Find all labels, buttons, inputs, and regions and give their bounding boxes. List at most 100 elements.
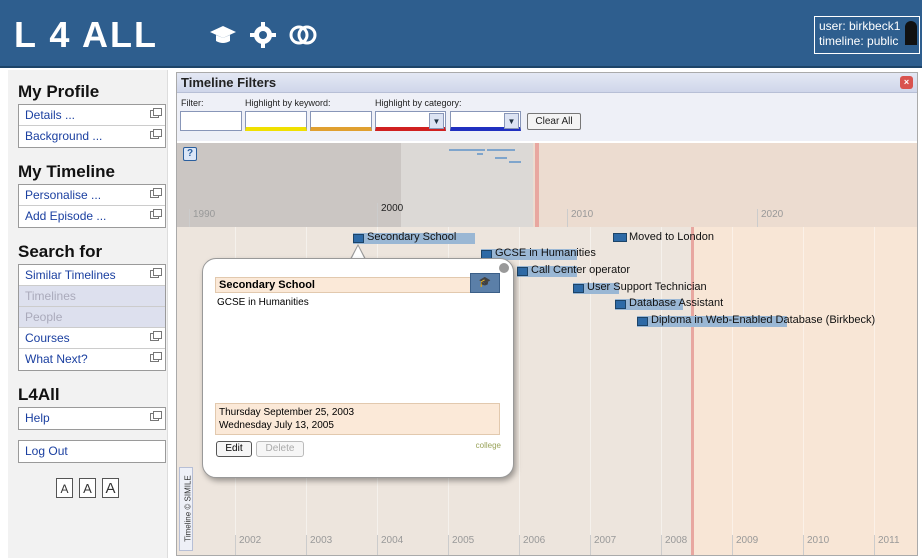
keyword-input-2[interactable] [310,111,372,131]
filters-header: Timeline Filters × [177,73,917,93]
sidebar-item-details[interactable]: Details ... [19,105,165,126]
sidebar-item-label: Help [25,411,50,425]
timeline-future-shade [691,227,917,555]
work-icon [517,267,528,276]
l4all-menu: Help [18,407,166,430]
year-tick: 2009 [732,535,758,555]
gridline [732,227,733,555]
clear-all-button[interactable]: Clear All [527,113,581,130]
logout-button[interactable]: Log Out [19,441,165,462]
filter-label: Filter: [181,98,204,108]
font-large-icon[interactable]: A [102,478,119,498]
logout-label: Log Out [25,444,68,458]
header-icons [208,20,318,50]
section-title-search: Search for [18,242,103,261]
year-tick: 2010 [803,535,829,555]
chevron-down-icon: ▼ [429,113,444,129]
simile-credit: Timeline © SIMILE [179,467,193,551]
sidebar-item-label: Add Episode ... [25,209,107,223]
work-icon [615,300,626,309]
filters-body: Filter: Highlight by keyword: Highlight … [177,93,917,141]
popup-description: GCSE in Humanities [217,297,309,308]
event-label-gcse[interactable]: GCSE in Humanities [495,247,596,259]
college-icon [353,234,364,243]
overview-event-mark [495,157,507,159]
search-menu: Similar Timelines Timelines People Cours… [18,264,166,371]
sidebar-item-label: Personalise ... [25,188,102,202]
sidebar-item-personalise[interactable]: Personalise ... [19,185,165,206]
popup-window-icon [150,129,162,139]
profile-menu: Details ... Background ... [18,104,166,148]
timeline-menu: Personalise ... Add Episode ... [18,184,166,228]
popup-category: college [475,441,501,450]
gridline [661,227,662,555]
overview-band[interactable]: ? 1990 2000 2010 2020 [177,143,917,227]
category-select-1[interactable]: ▼ [375,111,446,131]
popup-window-icon [150,108,162,118]
overview-tick: 2010 [567,209,593,227]
event-popup: Secondary School 🎓 GCSE in Humanities Th… [202,258,514,478]
popup-dates: Thursday September 25, 2003 Wednesday Ju… [215,403,500,435]
popup-window-icon [150,352,162,362]
sidebar-item-label: Similar Timelines [25,268,116,282]
app-logo: L 4 ALL [14,14,159,55]
popup-start-date: Thursday September 25, 2003 [219,407,355,418]
close-icon[interactable] [499,263,509,273]
year-tick: 2003 [306,535,332,555]
graduation-cap-icon[interactable] [208,20,238,50]
app-header: L 4 ALL user: birkbeck1 timeline: public [0,0,922,68]
sidebar-item-what-next[interactable]: What Next? [19,349,165,370]
sidebar-item-courses[interactable]: Courses [19,328,165,349]
overview-event-mark [509,161,521,163]
home-icon [613,233,627,242]
overview-tick: 1990 [189,209,215,227]
sidebar-item-label: Details ... [25,108,76,122]
sidebar-item-timelines: Timelines [19,286,165,307]
edit-button[interactable]: Edit [216,441,252,457]
filter-input[interactable] [180,111,242,131]
sidebar-item-people: People [19,307,165,328]
overview-event-mark [487,149,515,151]
close-icon[interactable]: × [900,76,913,89]
sidebar-item-label: Timelines [25,289,76,303]
category-select-2[interactable]: ▼ [450,111,521,131]
gridline [874,227,875,555]
year-tick: 2008 [661,535,687,555]
event-label-secondary-school[interactable]: Secondary School [367,231,456,243]
sidebar-item-similar-timelines[interactable]: Similar Timelines [19,265,165,286]
sidebar-item-label: Background ... [25,129,103,143]
overview-tick: 2000 [377,203,403,227]
graduation-cap-icon [637,317,648,326]
delete-button: Delete [256,441,304,457]
event-label-database-assistant[interactable]: Database Assistant [629,297,723,309]
event-label-user-support[interactable]: User Support Technician [587,281,707,293]
popup-window-icon [150,411,162,421]
year-tick: 2006 [519,535,545,555]
sidebar-item-help[interactable]: Help [19,408,165,429]
sidebar-item-background[interactable]: Background ... [19,126,165,147]
event-label-diploma[interactable]: Diploma in Web-Enabled Database (Birkbec… [651,314,875,326]
popup-window-icon [150,188,162,198]
gridline [803,227,804,555]
event-label-call-center[interactable]: Call Center operator [531,264,630,276]
logout-menu: Log Out [18,440,166,463]
popup-window-icon [150,209,162,219]
avatar [905,21,917,45]
help-question-icon[interactable]: ? [183,147,197,161]
popup-end-date: Wednesday July 13, 2005 [219,420,334,431]
event-label-moved-to-london[interactable]: Moved to London [629,231,714,243]
timeline-visibility: timeline: public [819,34,899,48]
gridline [590,227,591,555]
font-small-icon[interactable]: A [56,478,73,498]
overview-tick: 2020 [757,209,783,227]
gear-icon[interactable] [248,20,278,50]
link-rings-icon[interactable] [288,20,318,50]
year-tick: 2002 [235,535,261,555]
popup-window-icon [150,268,162,278]
sidebar-item-add-episode[interactable]: Add Episode ... [19,206,165,227]
simile-credit-label: Timeline © SIMILE [183,475,193,542]
font-medium-icon[interactable]: A [79,478,96,498]
keyword-input-1[interactable] [245,111,307,131]
work-icon [573,284,584,293]
overview-event-mark [449,149,485,151]
